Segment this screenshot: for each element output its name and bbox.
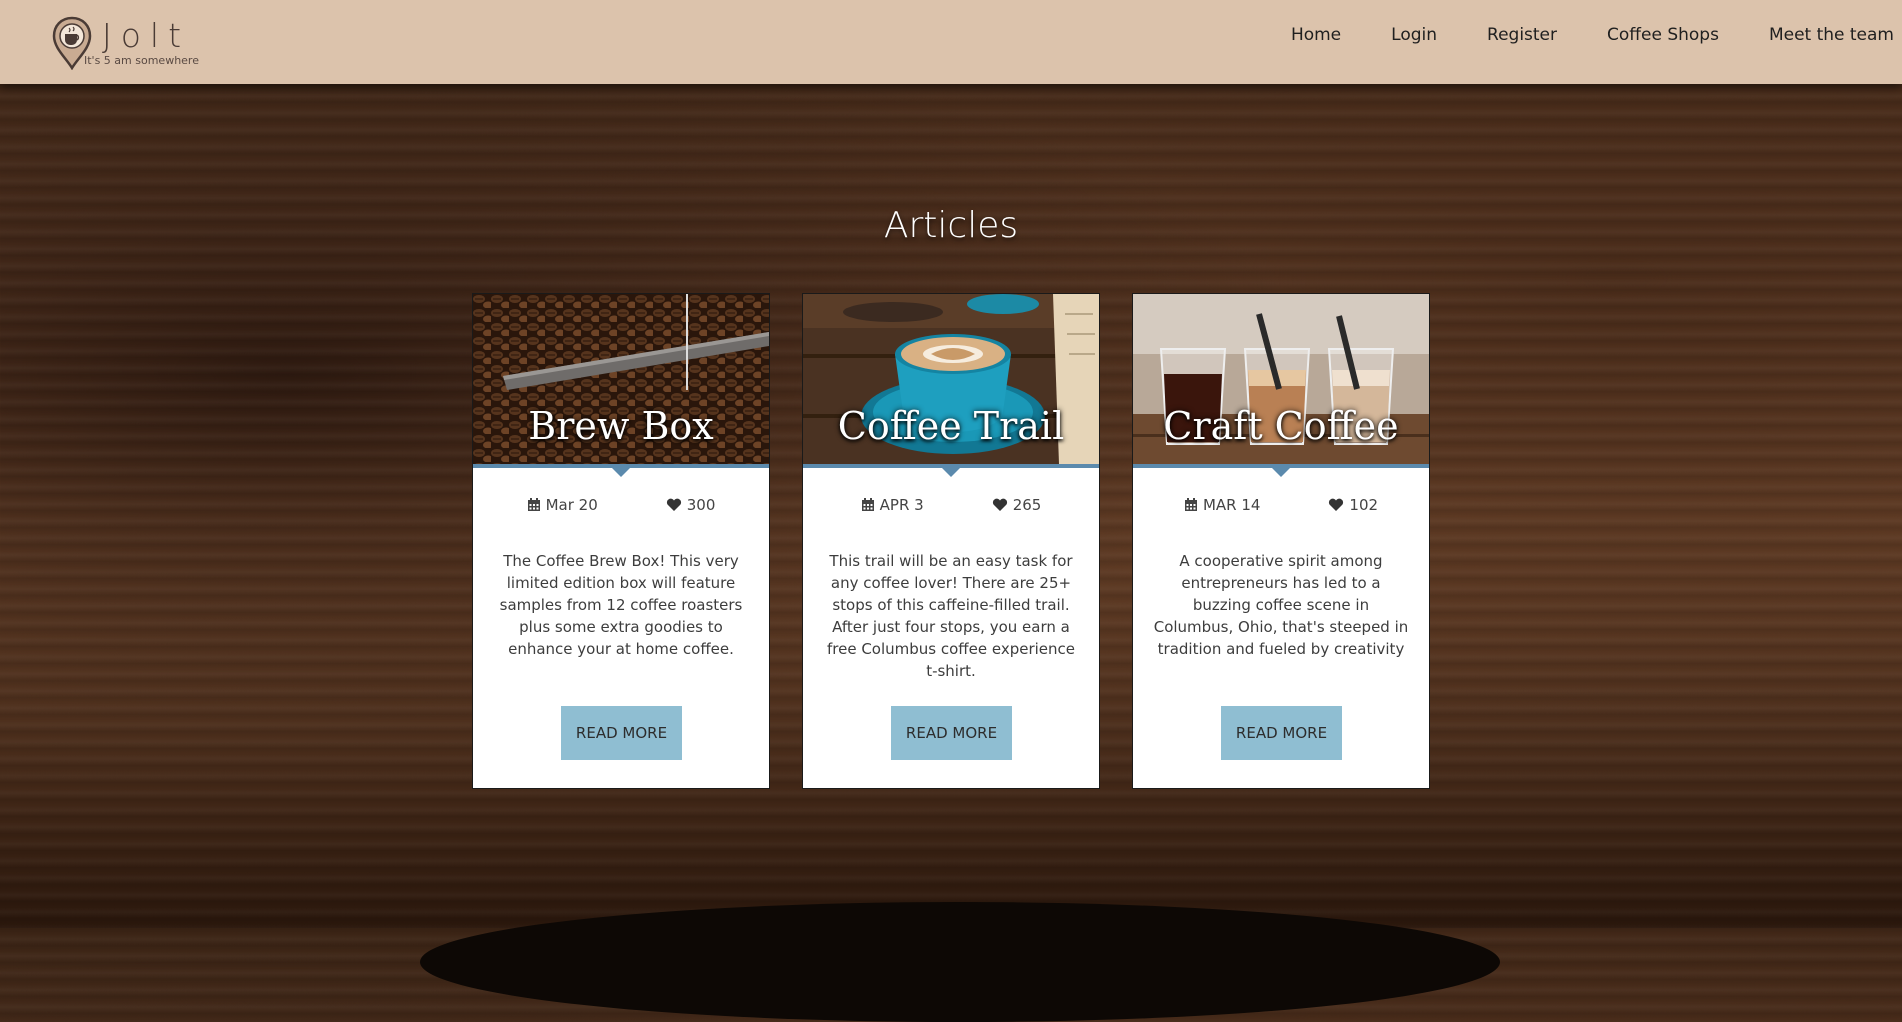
article-likes-count: 300 bbox=[686, 496, 716, 514]
article-description: The Coffee Brew Box! This very limited e… bbox=[499, 552, 743, 658]
brand-logo[interactable]: Jolt It's 5 am somewhere bbox=[52, 16, 212, 70]
article-title: Coffee Trail bbox=[837, 404, 1065, 448]
article-card-craft-coffee: Craft Coffee MAR 14 102 A cooperative sp… bbox=[1132, 293, 1430, 789]
article-image-latte-art: Coffee Trail bbox=[803, 294, 1099, 468]
article-date-text: Mar 20 bbox=[545, 496, 598, 514]
article-title: Craft Coffee bbox=[1163, 404, 1399, 448]
brand-name: Jolt bbox=[102, 16, 191, 55]
article-likes[interactable]: 102 bbox=[1328, 496, 1378, 514]
article-likes[interactable]: 265 bbox=[992, 496, 1042, 514]
article-meta: MAR 14 102 bbox=[1133, 496, 1429, 514]
calendar-icon bbox=[527, 498, 540, 511]
nav-coffee-shops[interactable]: Coffee Shops bbox=[1607, 25, 1719, 45]
article-description: This trail will be an easy task for any … bbox=[826, 552, 1075, 680]
nav-meet-the-team[interactable]: Meet the team bbox=[1769, 25, 1894, 45]
article-description: A cooperative spirit among entrepreneurs… bbox=[1153, 552, 1409, 658]
article-title: Brew Box bbox=[528, 404, 714, 448]
article-card-brew-box: Brew Box Mar 20 300 The Coffee Brew Box!… bbox=[472, 293, 770, 789]
article-likes-count: 102 bbox=[1349, 496, 1379, 514]
article-meta: Mar 20 300 bbox=[473, 496, 769, 514]
article-image-coffee-roaster: Brew Box bbox=[473, 294, 769, 468]
article-date: MAR 14 bbox=[1184, 496, 1260, 514]
article-date-text: APR 3 bbox=[879, 496, 924, 514]
article-card-coffee-trail: Coffee Trail APR 3 265 This trail will b… bbox=[802, 293, 1100, 789]
read-more-button[interactable]: READ MORE bbox=[1221, 706, 1342, 760]
heart-icon bbox=[666, 498, 681, 511]
heart-icon bbox=[992, 498, 1007, 511]
article-date: Mar 20 bbox=[527, 496, 598, 514]
nav-home[interactable]: Home bbox=[1291, 25, 1341, 45]
nav-register[interactable]: Register bbox=[1487, 25, 1557, 45]
bottom-curve-decoration bbox=[420, 902, 1500, 1022]
navbar: Jolt It's 5 am somewhere Home Login Regi… bbox=[0, 0, 1902, 84]
article-date: APR 3 bbox=[861, 496, 924, 514]
page-title: Articles bbox=[883, 205, 1019, 246]
article-likes[interactable]: 300 bbox=[666, 496, 716, 514]
heart-icon bbox=[1329, 498, 1344, 511]
main-nav: Home Login Register Coffee Shops Meet th… bbox=[1291, 0, 1902, 70]
calendar-icon bbox=[1184, 498, 1197, 511]
article-likes-count: 265 bbox=[1012, 496, 1042, 514]
article-date-text: MAR 14 bbox=[1202, 496, 1261, 514]
brand-tagline: It's 5 am somewhere bbox=[84, 54, 199, 67]
article-image-coffee-glasses: Craft Coffee bbox=[1133, 294, 1429, 468]
card-notch bbox=[942, 468, 960, 477]
article-meta: APR 3 265 bbox=[803, 496, 1099, 514]
calendar-icon bbox=[861, 498, 874, 511]
read-more-button[interactable]: READ MORE bbox=[891, 706, 1012, 760]
card-notch bbox=[612, 468, 630, 477]
card-notch bbox=[1272, 468, 1290, 477]
nav-login[interactable]: Login bbox=[1391, 25, 1437, 45]
read-more-button[interactable]: READ MORE bbox=[561, 706, 682, 760]
